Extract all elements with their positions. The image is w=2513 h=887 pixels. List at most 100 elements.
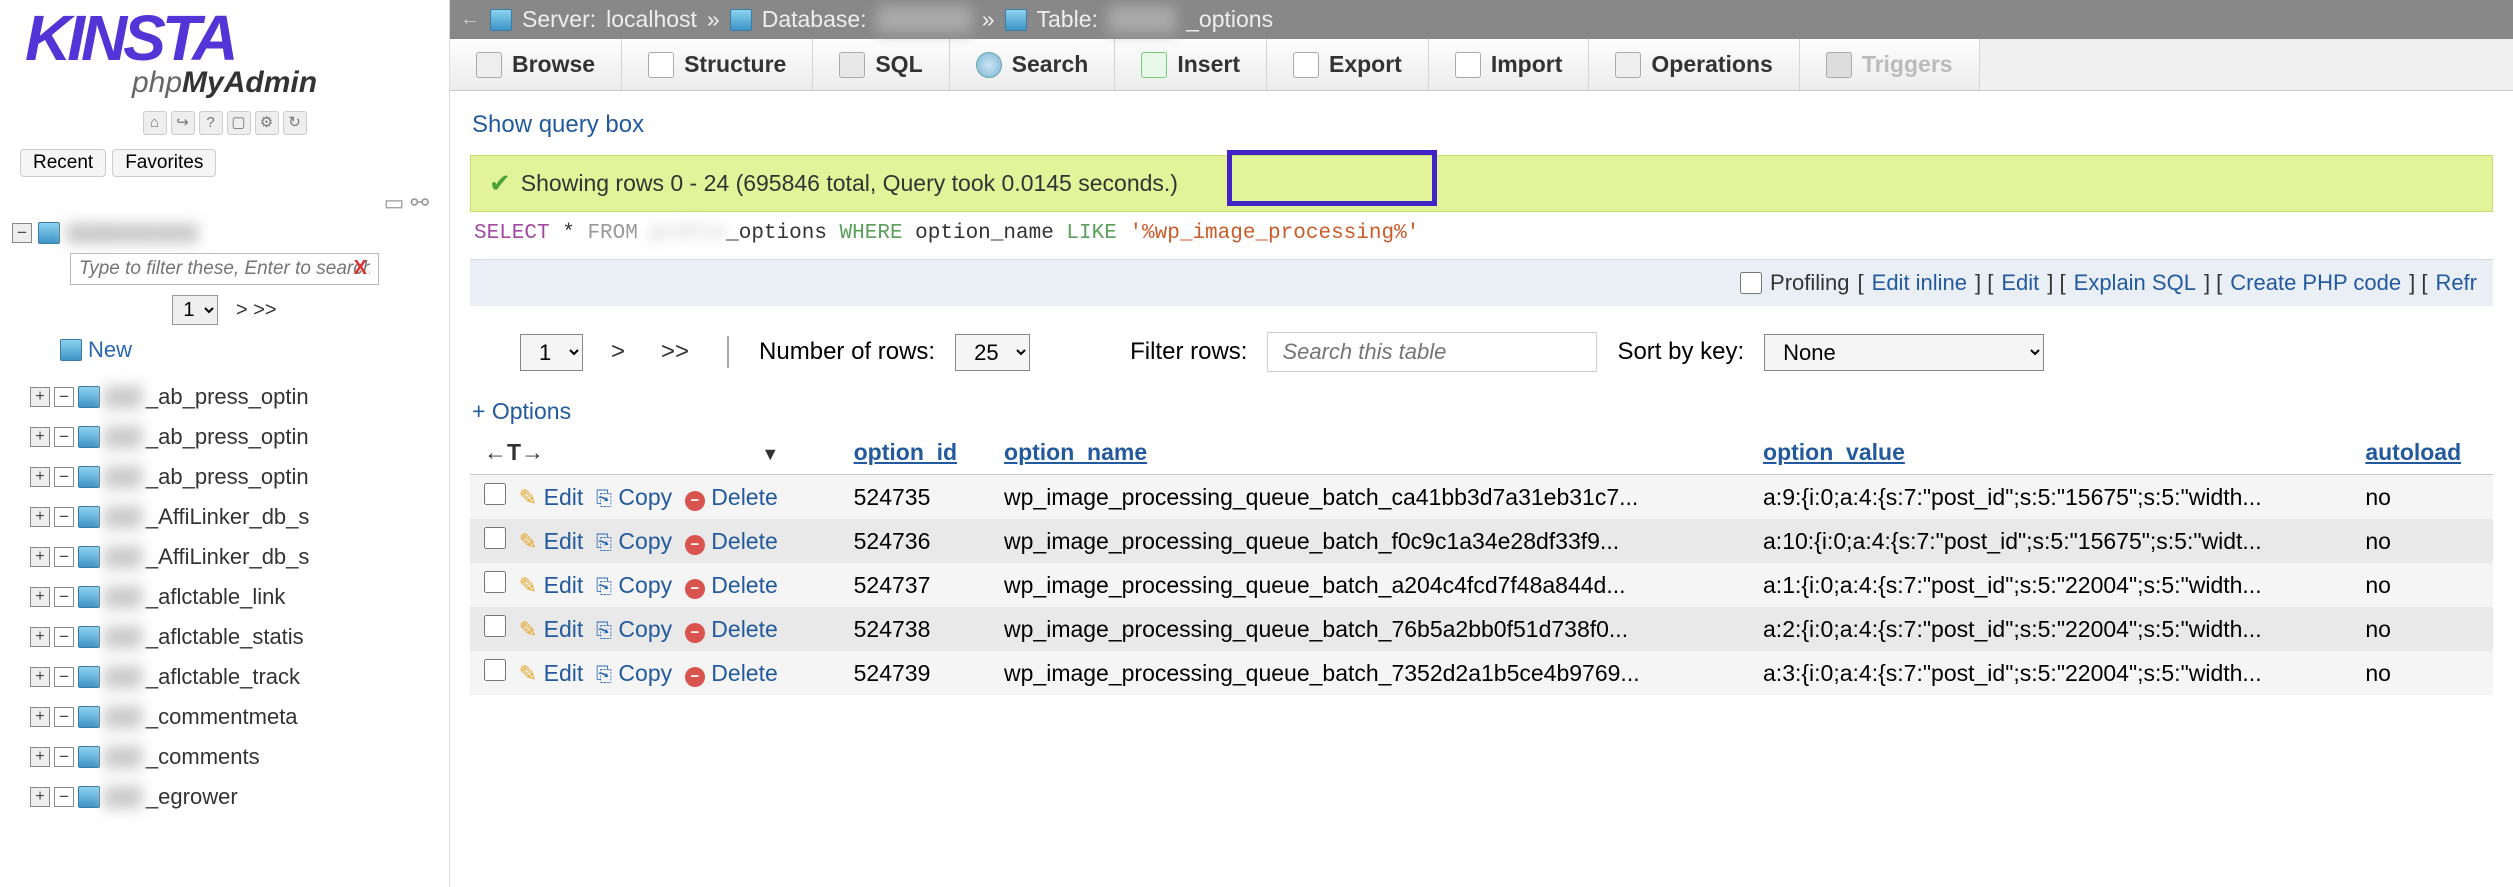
profiling-checkbox[interactable]	[1740, 272, 1762, 294]
new-table-link[interactable]: New	[0, 331, 449, 369]
tree-item[interactable]: +−pref_ab_press_optin	[30, 417, 449, 457]
expand-icon[interactable]: +	[30, 787, 50, 807]
back-arrow-icon[interactable]: ←	[460, 8, 480, 31]
expand-icon[interactable]: +	[30, 507, 50, 527]
tree-item[interactable]: +−pref_ab_press_optin	[30, 457, 449, 497]
row-checkbox[interactable]	[484, 571, 506, 593]
delete-row-link[interactable]: Delete	[711, 616, 777, 642]
tab-triggers[interactable]: Triggers	[1800, 39, 1980, 90]
tree-item[interactable]: +−pref_aflctable_track	[30, 657, 449, 697]
expand-icon[interactable]: +	[30, 467, 50, 487]
tab-favorites[interactable]: Favorites	[112, 149, 216, 177]
expand-icon[interactable]: +	[30, 747, 50, 767]
tab-structure[interactable]: Structure	[622, 39, 813, 90]
tab-recent[interactable]: Recent	[20, 149, 106, 177]
collapse-icon[interactable]: −	[54, 747, 74, 767]
edit-row-link[interactable]: Edit	[544, 572, 584, 598]
delete-row-link[interactable]: Delete	[711, 528, 777, 554]
tab-insert[interactable]: Insert	[1115, 39, 1267, 90]
home-icon[interactable]: ⌂	[143, 111, 167, 135]
copy-row-link[interactable]: Copy	[618, 660, 672, 686]
bc-server-val[interactable]: localhost	[606, 6, 697, 33]
page-select[interactable]: 1	[172, 295, 218, 325]
filter-rows-input[interactable]	[1267, 332, 1597, 372]
filter-input[interactable]	[70, 253, 379, 285]
col-option-value[interactable]: option_value	[1749, 431, 2351, 475]
delete-row-link[interactable]: Delete	[711, 660, 777, 686]
show-query-link[interactable]: Show query box	[470, 105, 2493, 155]
tree-item[interactable]: +−pref_aflctable_link	[30, 577, 449, 617]
collapse-icon[interactable]: −	[54, 587, 74, 607]
refresh-link[interactable]: Refr	[2435, 270, 2477, 296]
minus-icon[interactable]: −	[12, 223, 32, 243]
tab-operations[interactable]: Operations	[1589, 39, 1799, 90]
edit-row-link[interactable]: Edit	[544, 484, 584, 510]
reload-icon[interactable]: ↻	[283, 111, 307, 135]
expand-icon[interactable]: +	[30, 547, 50, 567]
delete-row-link[interactable]: Delete	[711, 484, 777, 510]
row-checkbox[interactable]	[484, 659, 506, 681]
expand-icon[interactable]: +	[30, 427, 50, 447]
tree-item[interactable]: +−pref_commentmeta	[30, 697, 449, 737]
logout-icon[interactable]: ↪	[171, 111, 195, 135]
row-checkbox[interactable]	[484, 615, 506, 637]
next-page-button[interactable]: >	[603, 338, 633, 366]
copy-row-link[interactable]: Copy	[618, 484, 672, 510]
page-select-main[interactable]: 1	[520, 334, 583, 371]
bc-db-val[interactable]: dbname	[877, 6, 972, 33]
create-php-link[interactable]: Create PHP code	[2230, 270, 2401, 296]
sort-indicator-icon[interactable]: ▼	[761, 444, 779, 464]
edit-inline-link[interactable]: Edit inline	[1872, 270, 1967, 296]
tree-item[interactable]: +−pref_AffiLinker_db_s	[30, 537, 449, 577]
tree-item[interactable]: +−pref_comments	[30, 737, 449, 777]
collapse-icon[interactable]: −	[54, 467, 74, 487]
rows-select[interactable]: 25	[955, 334, 1030, 371]
copy-row-link[interactable]: Copy	[618, 528, 672, 554]
tab-browse[interactable]: Browse	[450, 39, 622, 90]
expand-icon[interactable]: +	[30, 707, 50, 727]
tab-search[interactable]: Search	[950, 39, 1116, 90]
tree-item[interactable]: +−pref_ab_press_optin	[30, 377, 449, 417]
collapse-icon[interactable]: −	[54, 627, 74, 647]
last-page-button[interactable]: >>	[653, 338, 697, 366]
delete-row-link[interactable]: Delete	[711, 572, 777, 598]
collapse-icon[interactable]: −	[54, 667, 74, 687]
collapse-icon[interactable]: −	[54, 507, 74, 527]
tab-import[interactable]: Import	[1429, 39, 1590, 90]
edit-link[interactable]: Edit	[2001, 270, 2039, 296]
col-actions[interactable]: ←T→ ▼	[470, 431, 840, 475]
tree-root[interactable]: − databasename	[0, 218, 449, 249]
collapse-toggle[interactable]: ▭ ⚯	[0, 188, 449, 218]
tree-item[interactable]: +−pref_AffiLinker_db_s	[30, 497, 449, 537]
col-autoload[interactable]: autoload	[2351, 431, 2493, 475]
expand-icon[interactable]: +	[30, 387, 50, 407]
tab-sql[interactable]: SQL	[813, 39, 949, 90]
options-link[interactable]: + Options	[470, 392, 2493, 431]
col-option-name[interactable]: option_name	[990, 431, 1749, 475]
edit-row-link[interactable]: Edit	[544, 528, 584, 554]
tree-item[interactable]: +−pref_aflctable_statis	[30, 617, 449, 657]
collapse-icon[interactable]: −	[54, 387, 74, 407]
sort-select[interactable]: None	[1764, 334, 2044, 371]
row-checkbox[interactable]	[484, 527, 506, 549]
settings-icon[interactable]: ⚙	[255, 111, 279, 135]
collapse-icon[interactable]: −	[54, 787, 74, 807]
explain-link[interactable]: Explain SQL	[2074, 270, 2196, 296]
bc-table-val[interactable]: _options	[1186, 6, 1273, 33]
clear-filter-icon[interactable]: X	[354, 257, 367, 280]
col-option-id[interactable]: option_id	[840, 431, 990, 475]
edit-row-link[interactable]: Edit	[544, 616, 584, 642]
expand-icon[interactable]: +	[30, 587, 50, 607]
row-checkbox[interactable]	[484, 483, 506, 505]
sql-icon[interactable]: ▢	[227, 111, 251, 135]
collapse-icon[interactable]: −	[54, 547, 74, 567]
docs-icon[interactable]: ?	[199, 111, 223, 135]
collapse-icon[interactable]: −	[54, 427, 74, 447]
edit-row-link[interactable]: Edit	[544, 660, 584, 686]
copy-row-link[interactable]: Copy	[618, 616, 672, 642]
tab-export[interactable]: Export	[1267, 39, 1429, 90]
expand-icon[interactable]: +	[30, 627, 50, 647]
expand-icon[interactable]: +	[30, 667, 50, 687]
page-next[interactable]: > >>	[236, 299, 277, 321]
tree-item[interactable]: +−pref_egrower	[30, 777, 449, 817]
